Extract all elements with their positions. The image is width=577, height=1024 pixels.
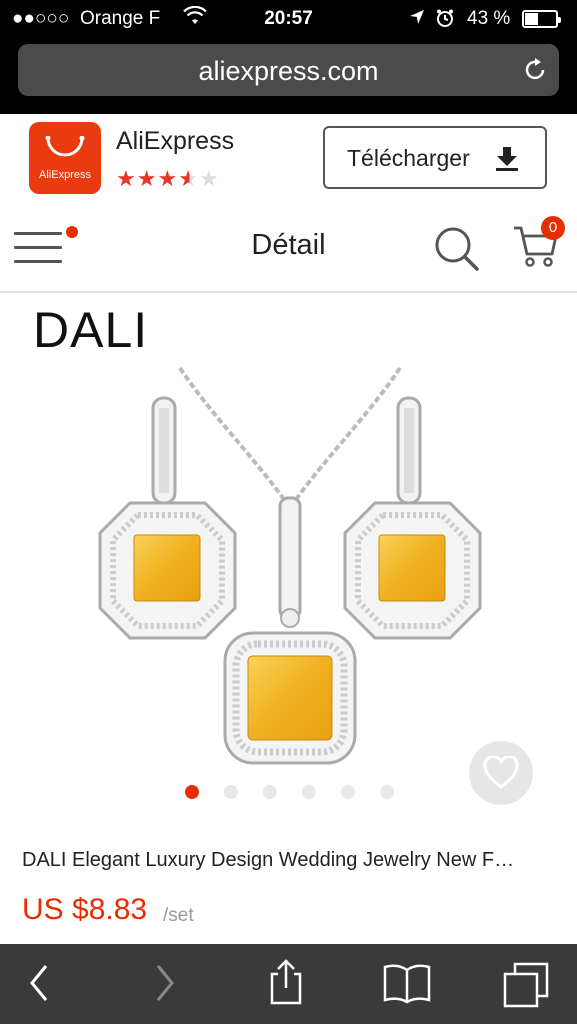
product-gallery[interactable]: DALI (0, 293, 577, 813)
empty-star-icon: ★ (198, 166, 220, 191)
page-title: Détail (251, 229, 326, 261)
battery-percent: 43 % (467, 8, 511, 29)
app-install-banner: AliExpress AliExpress ★★★★★ Télécharger (0, 114, 577, 205)
back-icon[interactable] (26, 962, 52, 1004)
app-rating: ★★★★★ (116, 166, 220, 192)
browser-toolbar (0, 944, 577, 1024)
aliexpress-logo: AliExpress (29, 122, 101, 194)
tabs-icon[interactable] (503, 962, 549, 1008)
download-label: Télécharger (347, 145, 470, 171)
forward-icon[interactable] (152, 962, 178, 1004)
app-name: AliExpress (116, 127, 235, 155)
star-icon: ★ (116, 166, 137, 191)
logo-text: AliExpress (39, 169, 91, 181)
cart-count-badge: 0 (541, 216, 565, 240)
battery-icon (522, 10, 561, 28)
half-star-icon: ★ (178, 166, 199, 191)
wishlist-button[interactable] (469, 741, 533, 805)
bookmarks-icon[interactable] (382, 962, 432, 1004)
brand-logo: DALI (33, 302, 149, 358)
product-title[interactable]: DALI Elegant Luxury Design Wedding Jewel… (22, 849, 562, 872)
search-icon[interactable] (432, 224, 480, 272)
product-image (98, 366, 482, 765)
star-icon: ★ (157, 166, 179, 191)
alarm-clock-icon (435, 8, 455, 34)
carousel-dot[interactable] (341, 785, 355, 799)
price-unit: /set (163, 905, 194, 926)
status-bar: ●●○○○ Orange F 20:57 43 % (0, 0, 577, 40)
carousel-dot[interactable] (185, 785, 199, 799)
share-icon[interactable] (266, 958, 306, 1006)
heart-icon (483, 756, 519, 789)
product-price: US $8.83 (22, 893, 148, 926)
browser-chrome: aliexpress.com (0, 40, 577, 114)
carousel-dot[interactable] (224, 785, 238, 799)
address-bar[interactable]: aliexpress.com (18, 44, 559, 96)
location-arrow-icon (408, 8, 426, 32)
reload-icon[interactable] (521, 56, 549, 84)
carousel-dot[interactable] (380, 785, 394, 799)
url-text: aliexpress.com (198, 56, 379, 86)
download-button[interactable]: Télécharger (323, 126, 547, 189)
navigation-bar: Détail 0 (0, 204, 577, 293)
download-icon (496, 147, 518, 171)
carousel-dot[interactable] (263, 785, 277, 799)
carousel-dot[interactable] (302, 785, 316, 799)
star-icon: ★ (136, 166, 158, 191)
